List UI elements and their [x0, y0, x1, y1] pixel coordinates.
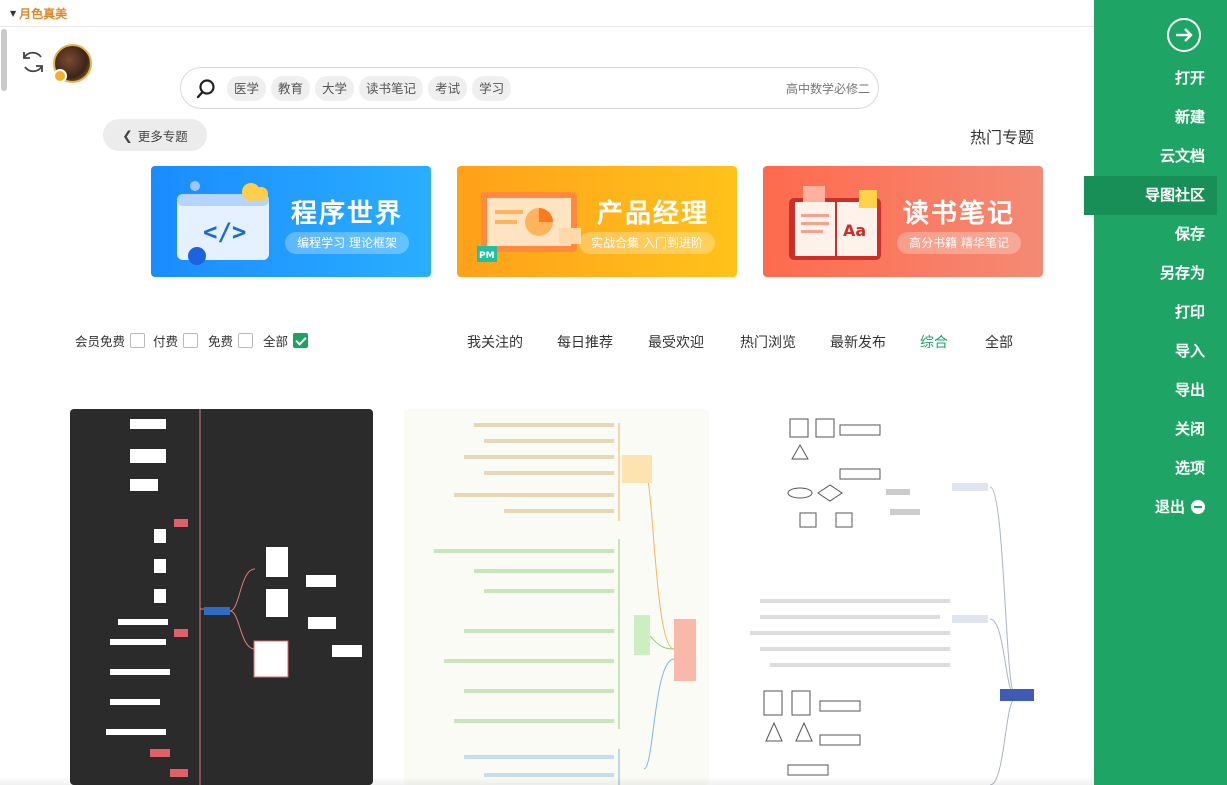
menu-options[interactable]: 选项 [1084, 449, 1217, 488]
menu-mindmap-community[interactable]: 导图社区 [1084, 176, 1217, 215]
banner-subtitle: 实战合集 入门到进阶 [579, 232, 715, 254]
scrollbar-thumb[interactable] [1, 29, 7, 91]
top-bar: ▼ 月色真美 [0, 0, 1094, 27]
price-filter-member-free[interactable]: 会员免费 [75, 331, 146, 349]
search-tag-list: 医学 教育 大学 读书笔记 考试 学习 [227, 76, 512, 101]
mindmap-thumbnail [434, 423, 696, 785]
search-bar: 医学 教育 大学 读书笔记 考试 学习 [180, 67, 879, 109]
banner-title: 读书笔记 [902, 199, 1015, 229]
price-filter-group: 全部 免费 付费 会员免费 [75, 331, 315, 351]
svg-text:PM: PM [479, 251, 495, 261]
menu-save[interactable]: 保存 [1084, 215, 1217, 254]
mindmap-thumbnail [750, 418, 1034, 785]
banner-subtitle: 高分书籍 精华笔记 [897, 232, 1021, 254]
chevron-left-icon: ❮ [122, 127, 133, 143]
checkbox[interactable] [130, 332, 146, 348]
exit-label: 退出 [1154, 498, 1185, 516]
app-window: ▼ 月色真美 医学 教育 大学 读书笔记 考试 学习 ❮ 更多专题 热门专题 [0, 0, 1227, 785]
svg-text:Aa: Aa [843, 221, 866, 240]
notebook-illustration-icon: Aa [789, 186, 881, 260]
caret-down-icon: ▼ [10, 9, 17, 18]
vip-badge-icon [53, 69, 67, 83]
mindmap-card[interactable] [740, 409, 1045, 785]
banner-product-manager[interactable]: PM 产品经理 实战合集 入门到进阶 [457, 166, 737, 277]
presentation-illustration-icon: PM [477, 192, 581, 262]
menu-export[interactable]: 导出 [1084, 371, 1217, 410]
tab-most-popular[interactable]: 最受欢迎 [648, 332, 704, 352]
search-input[interactable] [750, 79, 870, 99]
banner-title: 程序世界 [290, 199, 403, 229]
search-tag[interactable]: 医学 [227, 76, 267, 101]
search-tag[interactable]: 学习 [472, 76, 512, 101]
svg-text:</>: </> [203, 218, 246, 246]
more-topics-button[interactable]: ❮ 更多专题 [103, 119, 207, 151]
filter-tab-bar: 全部 综合 最新发布 热门浏览 最受欢迎 每日推荐 我关注的 [462, 332, 1022, 352]
mindmap-thumbnail [106, 409, 362, 785]
theme-selector[interactable]: ▼ 月色真美 [10, 5, 67, 22]
tab-all[interactable]: 全部 [985, 332, 1013, 352]
back-arrow-icon[interactable] [1166, 17, 1202, 53]
search-tag[interactable]: 考试 [428, 76, 468, 101]
price-filter-all[interactable]: 全部 [263, 331, 309, 349]
search-tag[interactable]: 大学 [315, 76, 355, 101]
file-menu-sidebar: 打开 新建 云文档 导图社区 保存 另存为 打印 导入 导出 关闭 选项 退出 [1084, 0, 1227, 785]
checkbox[interactable] [238, 332, 254, 348]
banner-subtitle: 编程学习 理论框架 [285, 232, 409, 254]
search-icon[interactable] [195, 78, 217, 100]
search-tag[interactable]: 读书笔记 [359, 76, 424, 101]
menu-import[interactable]: 导入 [1084, 332, 1217, 371]
banner-title: 产品经理 [596, 199, 709, 229]
more-topics-label: 更多专题 [137, 128, 188, 144]
menu-close[interactable]: 关闭 [1084, 410, 1217, 449]
price-filter-paid[interactable]: 付费 [153, 331, 199, 349]
menu-cloud-docs[interactable]: 云文档 [1084, 137, 1217, 176]
theme-label: 月色真美 [19, 7, 68, 21]
tab-following[interactable]: 我关注的 [467, 332, 523, 352]
menu-print[interactable]: 打印 [1084, 293, 1217, 332]
code-window-illustration-icon: </> [177, 181, 269, 265]
checkbox-checked[interactable] [293, 332, 309, 348]
menu-open[interactable]: 打开 [1084, 59, 1217, 98]
tab-comprehensive[interactable]: 综合 [920, 332, 948, 352]
price-filter-label: 付费 [153, 333, 179, 349]
price-filter-label: 会员免费 [75, 333, 126, 349]
search-tag[interactable]: 教育 [271, 76, 311, 101]
refresh-icon[interactable] [20, 49, 46, 75]
tab-latest[interactable]: 最新发布 [830, 332, 886, 352]
checkbox[interactable] [183, 332, 199, 348]
banner-reading-notes[interactable]: Aa 读书笔记 高分书籍 精华笔记 [763, 166, 1043, 277]
menu-exit[interactable]: 退出 [1084, 488, 1217, 527]
tab-hot-views[interactable]: 热门浏览 [740, 332, 796, 352]
hot-topics-title: 热门专题 [970, 128, 1035, 147]
mindmap-card[interactable] [404, 409, 709, 785]
content-fade [0, 777, 1094, 785]
mindmap-card[interactable] [70, 409, 373, 785]
user-avatar[interactable] [53, 44, 92, 83]
exit-icon [1191, 500, 1205, 514]
menu-save-as[interactable]: 另存为 [1084, 254, 1217, 293]
price-filter-free[interactable]: 免费 [208, 331, 254, 349]
menu-new[interactable]: 新建 [1084, 98, 1217, 137]
price-filter-label: 全部 [263, 333, 289, 349]
tab-daily-picks[interactable]: 每日推荐 [557, 332, 613, 352]
banner-programming-world[interactable]: </> 程序世界 编程学习 理论框架 [151, 166, 431, 277]
price-filter-label: 免费 [208, 333, 234, 349]
